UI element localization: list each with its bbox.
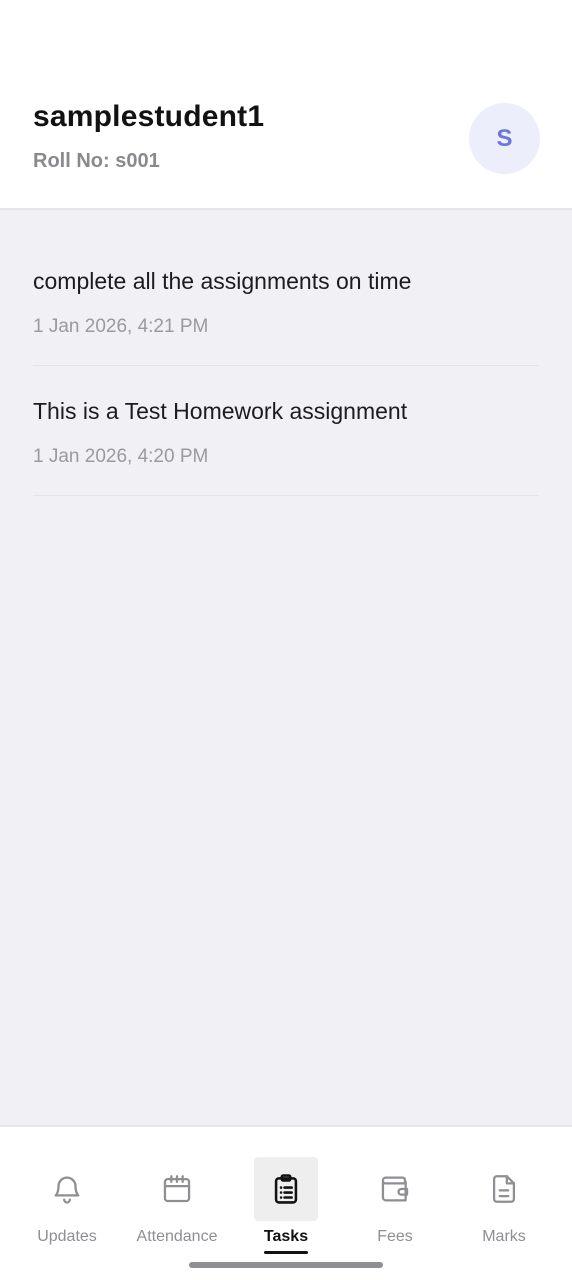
bottom-navigation: Updates Attendance Tasks Fees Marks [0,1125,572,1280]
roll-number: Roll No: s001 [33,150,160,172]
active-tab-indicator [264,1251,308,1254]
wallet-icon [363,1157,427,1221]
avatar-initial: S [496,124,513,152]
bell-icon [35,1157,99,1221]
tab-fees[interactable]: Fees [340,1127,450,1280]
tab-attendance[interactable]: Attendance [122,1127,232,1280]
task-item[interactable]: complete all the assignments on time 1 J… [33,236,539,366]
calendar-icon [145,1157,209,1221]
task-date: 1 Jan 2026, 4:20 PM [33,446,209,467]
task-title: complete all the assignments on time [33,268,412,294]
avatar[interactable]: S [469,103,540,174]
clipboard-icon [254,1157,318,1221]
app-root: samplestudent1 Roll No: s001 S complete … [0,0,572,1280]
task-date: 1 Jan 2026, 4:21 PM [33,316,209,337]
task-list: complete all the assignments on time 1 J… [0,236,572,496]
tab-tasks[interactable]: Tasks [231,1127,341,1280]
tab-label: Tasks [263,1228,309,1245]
student-name: samplestudent1 [33,100,265,133]
task-item[interactable]: This is a Test Homework assignment 1 Jan… [33,366,539,496]
tab-label: Updates [37,1228,97,1245]
tab-updates[interactable]: Updates [12,1127,122,1280]
document-icon [472,1157,536,1221]
student-header: samplestudent1 Roll No: s001 S [0,0,572,210]
home-indicator[interactable] [189,1262,383,1268]
tab-label: Fees [377,1228,413,1245]
task-title: This is a Test Homework assignment [33,398,408,424]
tab-label: Attendance [136,1228,218,1245]
tab-marks[interactable]: Marks [449,1127,559,1280]
tab-label: Marks [482,1228,526,1245]
